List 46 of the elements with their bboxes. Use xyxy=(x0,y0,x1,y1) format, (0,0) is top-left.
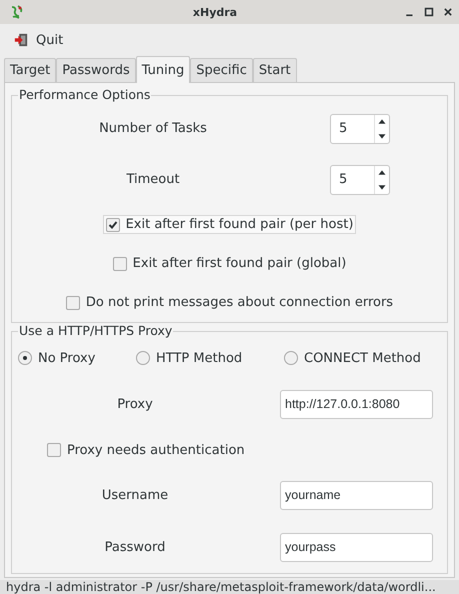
tab[interactable]: Tuning xyxy=(136,56,190,83)
checkbox-label: Exit after first found pair (global) xyxy=(132,256,346,271)
checkbox-label: Exit after first found pair (per host) xyxy=(126,217,354,232)
group-title: Performance Options xyxy=(18,87,152,103)
spin-box[interactable]: 5 xyxy=(330,164,390,194)
radio-label: No Proxy xyxy=(38,350,96,366)
field-label: Number of Tasks xyxy=(98,121,208,136)
spin-box[interactable]: 5 xyxy=(330,114,390,144)
field-label: Timeout xyxy=(125,172,181,187)
spin-value: 5 xyxy=(339,121,348,136)
maximize-icon[interactable] xyxy=(424,7,434,17)
tab[interactable]: Specific xyxy=(190,58,253,82)
close-icon[interactable] xyxy=(443,7,453,17)
menu-item[interactable]: Quit xyxy=(12,30,66,50)
field-label: Username xyxy=(100,488,170,502)
radio-circle[interactable] xyxy=(136,351,150,365)
tab[interactable]: Target xyxy=(4,58,56,82)
exit-door-icon xyxy=(14,33,28,47)
radio-button[interactable]: HTTP Method xyxy=(136,350,284,366)
window-title: xHydra xyxy=(192,6,238,18)
input-field[interactable]: http://127.0.0.1:8080 xyxy=(280,390,433,418)
checkbox[interactable]: Do not print messages about connection errors xyxy=(62,293,396,312)
input-field[interactable]: yourname xyxy=(280,480,433,510)
checkbox-box[interactable] xyxy=(112,256,127,270)
radio-button[interactable]: No Proxy xyxy=(18,350,136,366)
checkbox-box[interactable] xyxy=(106,218,120,232)
field-label: Password xyxy=(104,540,166,554)
app-icon xyxy=(9,4,25,20)
tab[interactable]: Passwords xyxy=(56,58,136,82)
radio-circle[interactable] xyxy=(18,351,32,365)
checkbox-label: Proxy needs authentication xyxy=(67,442,245,458)
checkbox-box[interactable] xyxy=(66,296,80,310)
input-field[interactable]: yourpass xyxy=(280,532,433,562)
group-title: Use a HTTP/HTTPS Proxy xyxy=(18,323,174,339)
checkbox[interactable]: Exit after first found pair (global) xyxy=(110,254,350,273)
checkbox-label: Do not print messages about connection errors xyxy=(86,295,394,310)
radio-circle[interactable] xyxy=(284,351,298,365)
tab[interactable]: Start xyxy=(252,58,297,82)
spin-value: 5 xyxy=(339,172,348,187)
radio-label: HTTP Method xyxy=(156,350,242,366)
field-label: Proxy xyxy=(116,396,154,412)
checkbox[interactable]: Proxy needs authentication xyxy=(44,440,248,460)
menu-label: Quit xyxy=(36,32,64,48)
checkbox[interactable]: Exit after first found pair (per host) xyxy=(102,215,356,234)
status-text: hydra -l administrator -P /usr/share/metasploit-framework/data/wordli... xyxy=(6,580,436,594)
checkbox-box[interactable] xyxy=(47,443,61,457)
